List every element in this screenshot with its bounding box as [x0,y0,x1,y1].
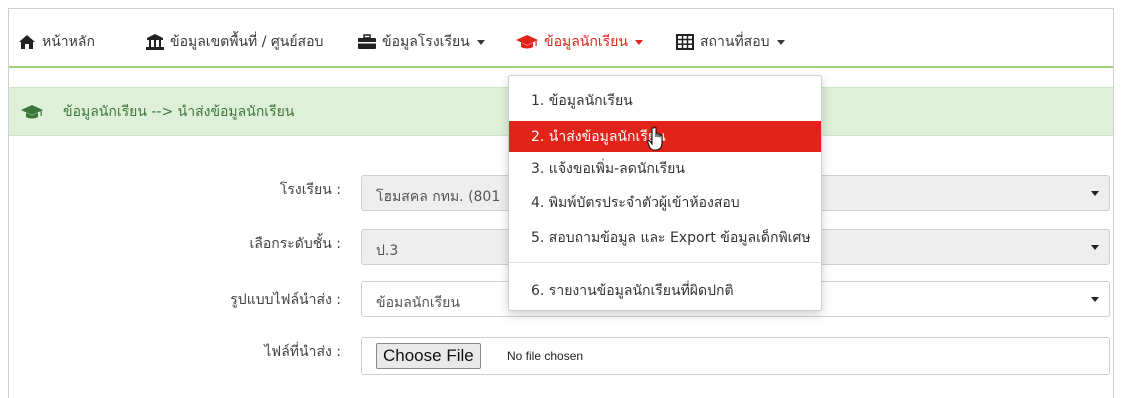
nav-home[interactable]: หน้าหลัก [18,29,95,55]
chevron-down-icon [634,39,643,45]
student-dropdown-menu: 1. ข้อมูลนักเรียน 2. นำส่งข้อมูลนักเรียน… [508,75,822,311]
school-select-value: โฮมสคล กทม. (801 [376,189,501,205]
nav-school-label: ข้อมูลโรงเรียน [382,34,470,50]
breadcrumb-text: ข้อมูลนักเรียน --> นำส่งข้อมูลนักเรียน [63,103,295,120]
navbar: หน้าหลัก ข้อมูลเขตพื้นที่ / ศูนย์สอบ ข้อ… [9,9,1113,68]
hand-cursor-icon [645,125,667,151]
nav-area-center-label: ข้อมูลเขตพื้นที่ / ศูนย์สอบ [170,34,324,50]
nav-student-label: ข้อมูลนักเรียน [544,34,628,50]
chevron-down-icon [476,39,485,45]
menu-item-student-info[interactable]: 1. ข้อมูลนักเรียน [509,85,821,116]
nav-home-label: หน้าหลัก [42,34,95,50]
format-select-value: ข้อมลนักเรียน [376,295,460,311]
menu-divider [509,262,821,263]
grade-select-value: ป.3 [376,243,399,259]
menu-item-label: 6. รายงานข้อมูลนักเรียนที่ผิดปกติ [531,282,734,299]
school-label: โรงเรียน : [279,182,341,198]
page-frame: หน้าหลัก ข้อมูลเขตพื้นที่ / ศูนย์สอบ ข้อ… [8,8,1114,398]
nav-exam-venue-dropdown[interactable]: สถานที่สอบ [676,29,785,55]
graduation-cap-icon [21,104,43,120]
nav-exam-venue-label: สถานที่สอบ [700,34,770,50]
menu-item-print-exam-card[interactable]: 4. พิมพ์บัตรประจำตัวผู้เข้าห้องสอบ [509,187,821,218]
nav-area-center[interactable]: ข้อมูลเขตพื้นที่ / ศูนย์สอบ [146,29,323,55]
nav-student-dropdown[interactable]: ข้อมูลนักเรียน [516,29,643,55]
nav-school-dropdown[interactable]: ข้อมูลโรงเรียน [358,29,485,55]
chevron-down-icon [1091,191,1099,196]
menu-item-label: 3. แจ้งขอเพิ่ม-ลดนักเรียน [531,160,685,177]
home-icon [18,34,36,50]
menu-item-label: 4. พิมพ์บัตรประจำตัวผู้เข้าห้องสอบ [531,194,740,211]
file-label: ไฟล์ที่นำส่ง : [264,344,341,360]
menu-item-submit-student-data[interactable]: 2. นำส่งข้อมูลนักเรียน [509,121,821,152]
graduation-cap-icon [516,34,538,50]
file-status: No file chosen [507,349,584,363]
menu-item-label: 5. สอบถามข้อมูล และ Export ข้อมูลเด็กพิเ… [531,229,811,246]
table-icon [676,34,694,50]
choose-file-button[interactable]: Choose File [376,343,481,369]
chevron-down-icon [1091,297,1099,302]
grade-label: เลือกระดับชั้น : [249,236,341,252]
menu-item-export-special-needs[interactable]: 5. สอบถามข้อมูล และ Export ข้อมูลเด็กพิเ… [509,222,821,253]
briefcase-icon [358,34,376,50]
chevron-down-icon [776,39,785,45]
chevron-down-icon [1091,245,1099,250]
form-row-file: ไฟล์ที่นำส่ง : Choose File No file chose… [9,337,1113,375]
file-input[interactable]: Choose File No file chosen [361,337,1110,375]
institution-icon [146,34,164,50]
format-label: รูปแบบไฟล์นำส่ง : [230,292,341,308]
menu-item-request-add-remove[interactable]: 3. แจ้งขอเพิ่ม-ลดนักเรียน [509,153,821,184]
menu-item-abnormal-report[interactable]: 6. รายงานข้อมูลนักเรียนที่ผิดปกติ [509,275,821,306]
menu-item-label: 1. ข้อมูลนักเรียน [531,92,633,109]
